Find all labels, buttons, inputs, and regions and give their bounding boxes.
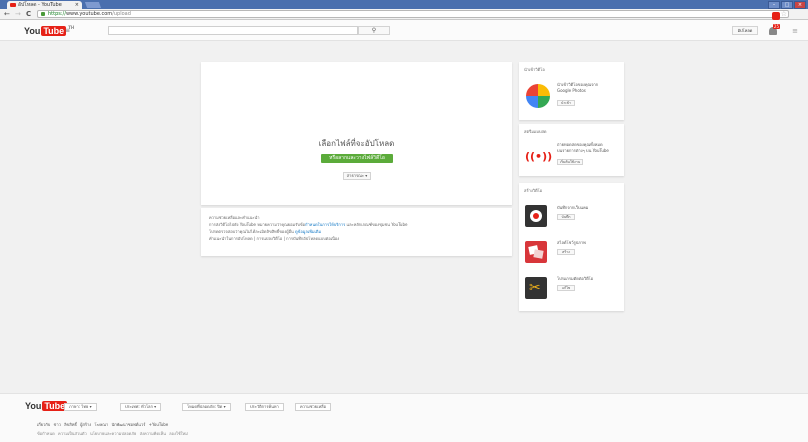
live-streaming-card: สตรีมแบบสด ((•)) ถ่ายทอดสดของคุณทั้งหมด … — [519, 124, 624, 176]
tab-close-icon[interactable]: × — [75, 1, 79, 9]
terms-link[interactable]: กำหนดในการให้บริการ — [305, 222, 345, 227]
history-button[interactable]: ประวัติการค้นหา — [245, 403, 284, 411]
help-card: ความช่วยเหลือและคำแนะนำ การส่งวิดีโอไปยั… — [201, 208, 512, 256]
browser-tab[interactable]: อัปโหลด - YouTube × — [7, 1, 82, 9]
footer-logo-you: You — [25, 401, 42, 411]
help-heading: ความช่วยเหลือและคำแนะนำ — [209, 215, 260, 220]
footer-youtube-logo[interactable]: You Tube — [25, 401, 68, 411]
create-slideshow-button[interactable]: สร้าง — [557, 249, 575, 255]
import-videos-card: นำเข้าวิดีโอ นำเข้าวิดีโอของคุณจาก Googl… — [519, 62, 624, 120]
reload-button[interactable]: C — [26, 10, 31, 18]
get-started-button[interactable]: เริ่มต้นใช้งาน — [557, 159, 583, 165]
google-photos-icon — [526, 84, 550, 108]
editor-text: โปรแกรมตัดต่อวิดีโอ — [557, 276, 594, 281]
footer: You Tube ภาษา: ไทย ▾ ประเทศ: ทั่วโลก ▾ โห… — [0, 393, 808, 442]
address-bar[interactable]: https://www.youtube.com/upload ☆ — [37, 10, 789, 20]
help-line-terms: การส่งวิดีโอไปยัง YouTube หมายความว่าคุณ… — [209, 221, 504, 228]
search-input[interactable] — [108, 26, 358, 35]
live-text-2: บนรายการต่างๆ บน YouTube — [557, 148, 609, 153]
footer-links-secondary[interactable]: ข้อกำหนด ความเป็นส่วนตัว นโยบายและความปล… — [37, 430, 188, 437]
minimize-button[interactable]: – — [768, 1, 780, 9]
create-videos-card: สร้างวิดีโอ บันทึกจากเว็บแคม บันทึก สไลด… — [519, 183, 624, 311]
terms-prefix: การส่งวิดีโอไปยัง YouTube หมายความว่าคุณ… — [209, 222, 306, 227]
import-button[interactable]: นำเข้า — [557, 100, 575, 106]
url-path: /upload — [112, 11, 131, 17]
footer-links-primary[interactable]: เกี่ยวกับ ข่าว ลิขสิทธิ์ ผู้สร้าง โฆษณา … — [37, 421, 168, 428]
bookmark-star-icon[interactable]: ☆ — [781, 11, 787, 18]
privacy-dropdown[interactable]: สาธารณะ ▾ — [343, 172, 371, 180]
url-host: www.youtube.com — [65, 11, 113, 17]
restricted-mode-button[interactable]: โหมดที่ปลอดภัย: ปิด ▾ — [182, 403, 231, 411]
import-source: Google Photos — [557, 88, 586, 93]
youtube-favicon-icon — [10, 3, 16, 7]
broadcast-icon: ((•)) — [525, 150, 553, 163]
extension-icon[interactable] — [772, 12, 780, 20]
guide-menu-icon[interactable]: ≡ — [65, 27, 70, 34]
webcam-text: บันทึกจากเว็บแคม — [557, 205, 589, 210]
browser-tabstrip: อัปโหลด - YouTube × – □ × — [0, 0, 808, 9]
url-scheme: https:// — [48, 11, 66, 17]
logo-you: You — [24, 25, 41, 36]
tab-title: อัปโหลด - YouTube — [18, 2, 62, 8]
upload-title[interactable]: เลือกไฟล์ที่จะอัปโหลด — [201, 137, 512, 150]
help-links[interactable]: คำแนะนำในการอัปโหลด | การแปลงวิดีโอ | กา… — [209, 235, 504, 242]
notifications-button[interactable]: 25 — [769, 24, 780, 36]
account-menu-icon[interactable]: ≡ — [792, 27, 798, 35]
edit-button[interactable]: แก้ไข — [557, 285, 575, 291]
learn-more-link[interactable]: ดูข้อมูลเพิ่มเติม — [295, 229, 321, 234]
terms-suffix: และหลักเกณฑ์ของชุมชน YouTube — [345, 222, 408, 227]
photo-slideshow-icon — [525, 241, 547, 263]
logo-tube: Tube — [41, 25, 67, 36]
video-editor-icon: ✂ — [525, 277, 547, 299]
webcam-record-icon — [525, 205, 547, 227]
back-button[interactable]: ← — [4, 10, 10, 18]
record-button[interactable]: บันทึก — [557, 214, 575, 220]
youtube-masthead: You Tube TH ≡ ⚲ อัปโหลด 25 ≡ — [0, 20, 808, 41]
close-window-button[interactable]: × — [794, 1, 806, 9]
browser-toolbar: ← → C https://www.youtube.com/upload ☆ — [0, 9, 808, 20]
lock-icon — [41, 12, 45, 16]
upload-card[interactable]: เลือกไฟล์ที่จะอัปโหลด หรือลากและวางไฟล์ว… — [201, 62, 512, 205]
search-button[interactable]: ⚲ — [358, 26, 390, 35]
upload-button[interactable]: อัปโหลด — [732, 26, 758, 35]
create-heading: สร้างวิดีโอ — [524, 188, 543, 193]
select-files-button[interactable]: หรือลากและวางไฟล์วิดีโอ — [321, 154, 393, 163]
import-heading: นำเข้าวิดีโอ — [524, 67, 545, 72]
upload-page: เลือกไฟล์ที่จะอัปโหลด หรือลากและวางไฟล์ว… — [0, 41, 808, 393]
slideshow-text: สไลด์โชว์รูปภาพ — [557, 240, 586, 245]
new-tab-button[interactable] — [84, 2, 102, 8]
notification-count: 25 — [772, 24, 780, 29]
maximize-button[interactable]: □ — [781, 1, 793, 9]
window-controls: – □ × — [768, 1, 806, 9]
location-button[interactable]: ประเทศ: ทั่วโลก ▾ — [120, 403, 162, 411]
live-heading: สตรีมแบบสด — [524, 129, 547, 134]
help-line-copyright: โปรดตรวจสอบว่าคุณไม่ได้ละเมิดลิขสิทธิ์ขอ… — [209, 228, 504, 235]
search-icon: ⚲ — [371, 27, 377, 34]
help-button[interactable]: ความช่วยเหลือ — [295, 403, 331, 411]
copyright-prefix: โปรดตรวจสอบว่าคุณไม่ได้ละเมิดลิขสิทธิ์ขอ… — [209, 229, 296, 234]
language-button[interactable]: ภาษา: ไทย ▾ — [64, 403, 97, 411]
forward-button[interactable]: → — [15, 10, 21, 18]
